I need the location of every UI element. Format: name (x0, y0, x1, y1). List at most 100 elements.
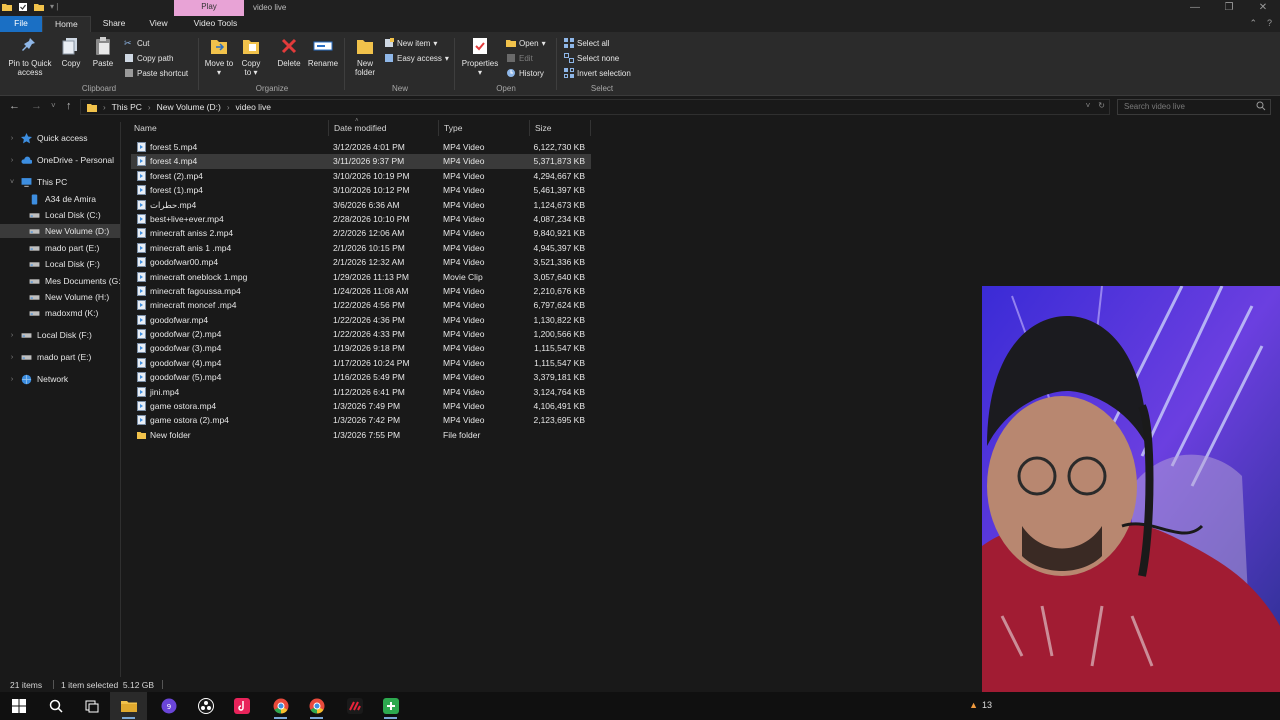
column-divider[interactable] (438, 120, 439, 136)
start-button[interactable] (0, 692, 37, 720)
forward-arrow-icon[interactable]: → (31, 100, 42, 112)
edit-button[interactable]: Edit (506, 52, 533, 64)
nav-mes-documents-g[interactable]: Mes Documents (G: (16, 274, 121, 288)
copy-path-button[interactable]: Copy path (124, 52, 173, 64)
file-row[interactable]: game ostora (2).mp4 1/3/2026 7:42 PM MP4 V… (131, 413, 591, 427)
file-row[interactable]: best+live+ever.mp4 2/28/2026 10:10 PM MP4 … (131, 212, 591, 226)
task-view-button[interactable] (73, 692, 110, 720)
taskbar-capcut[interactable] (336, 692, 373, 720)
file-row[interactable]: forest (1).mp4 3/10/2026 10:12 PM MP4 Vide… (131, 183, 591, 197)
taskbar-tiktok-live[interactable] (223, 692, 260, 720)
nav-local-disk-f[interactable]: Local Disk (F:) (16, 257, 100, 271)
file-row[interactable]: goodofwar (4).mp4 1/17/2026 10:24 PM MP4 V… (131, 356, 591, 370)
taskbar-green-app[interactable] (372, 692, 409, 720)
paste-button[interactable]: Paste (90, 35, 116, 68)
close-button[interactable]: ✕ (1246, 0, 1280, 16)
notification-flame-icon[interactable]: ▲ (969, 700, 978, 710)
help-icon[interactable]: ? (1267, 18, 1272, 29)
file-row[interactable]: goodofwar00.mp4 2/1/2026 12:32 AM MP4 Vide… (131, 255, 591, 269)
refresh-icon[interactable]: ↻ (1098, 101, 1105, 110)
cut-button[interactable]: ✂ Cut (124, 37, 149, 49)
expand-chevron-icon[interactable]: › (8, 354, 16, 361)
history-button[interactable]: History (506, 67, 544, 79)
properties-button[interactable]: Properties ▾ (460, 35, 500, 77)
expand-chevron-icon[interactable]: › (8, 376, 16, 383)
new-folder-icon[interactable] (34, 2, 44, 12)
column-header-date-modified[interactable]: Date modified (334, 120, 386, 136)
column-header-size[interactable]: Size (535, 120, 552, 136)
breadcrumb-new-volume[interactable]: New Volume (D:) (157, 102, 221, 112)
maximize-button[interactable]: ❐ (1212, 0, 1246, 16)
customize-toolbar-icon[interactable]: ▾ | (50, 2, 58, 12)
address-dropdown-icon[interactable]: ˅ (1086, 101, 1091, 110)
taskbar-chrome-1[interactable] (262, 692, 299, 720)
nav-network[interactable]: › Network (8, 372, 68, 386)
back-arrow-icon[interactable]: ← (9, 100, 20, 112)
select-all-button[interactable]: Select all (564, 37, 609, 49)
expand-chevron-icon[interactable]: › (8, 157, 16, 164)
expand-chevron-icon[interactable]: › (8, 135, 16, 142)
tab-video-tools[interactable]: Video Tools (182, 16, 250, 32)
file-row[interactable]: minecraft oneblock 1.mpg 1/29/2026 11:13 … (131, 270, 591, 284)
easy-access-button[interactable]: Easy access ▾ (384, 52, 449, 64)
column-divider[interactable] (529, 120, 530, 136)
file-row[interactable]: goodofwar (5).mp4 1/16/2026 5:49 PM MP4 Vi… (131, 370, 591, 384)
up-arrow-icon[interactable]: ↑ (66, 100, 72, 112)
nav-onedrive[interactable]: › OneDrive - Personal (8, 153, 114, 167)
file-row[interactable]: goodofwar.mp4 1/22/2026 4:36 PM MP4 Video 1… (131, 313, 591, 327)
pin-quick-access-button[interactable]: Pin to Quick access (4, 35, 56, 77)
folder-row[interactable]: New folder 1/3/2026 7:55 PM File folder (131, 428, 591, 442)
file-row[interactable]: jini.mp4 1/12/2026 6:41 PM MP4 Video 3,124,… (131, 385, 591, 399)
nav-local-disk-c[interactable]: Local Disk (C:) (16, 208, 101, 222)
file-row[interactable]: goodofwar (3).mp4 1/19/2026 9:18 PM MP4 Vi… (131, 341, 591, 355)
file-row[interactable]: minecraft moncef .mp4 1/22/2026 4:56 PM MP… (131, 298, 591, 312)
taskbar-search-button[interactable] (37, 692, 74, 720)
file-row[interactable]: forest (2).mp4 3/10/2026 10:19 PM MP4 Vide… (131, 169, 591, 183)
rename-button[interactable]: Rename (306, 35, 340, 68)
taskbar-chrome-2[interactable] (298, 692, 335, 720)
nav-new-volume-d[interactable]: New Volume (D:) (0, 224, 120, 238)
taskbar-file-explorer[interactable] (110, 692, 147, 720)
properties-check-icon[interactable] (18, 2, 28, 12)
folder-icon[interactable] (2, 2, 12, 12)
taskbar-app-1[interactable]: 9 (150, 692, 187, 720)
breadcrumb-current-folder[interactable]: video live (236, 102, 271, 112)
breadcrumb-this-pc[interactable]: This PC (112, 102, 142, 112)
nav-phone[interactable]: A34 de Amira (16, 192, 96, 206)
expand-chevron-icon[interactable]: › (8, 332, 16, 339)
file-row[interactable]: minecraft anis 1 .mp4 2/1/2026 10:15 PM MP… (131, 241, 591, 255)
column-divider[interactable] (328, 120, 329, 136)
recent-locations-chevron-icon[interactable]: ˅ (51, 100, 56, 112)
collapse-ribbon-icon[interactable]: ⌃ (1249, 18, 1257, 29)
open-button[interactable]: Open ▾ (506, 37, 546, 49)
nav-local-disk-f-root[interactable]: › Local Disk (F:) (8, 328, 92, 342)
column-header-name[interactable]: Name (134, 120, 157, 136)
file-row-selected[interactable]: forest 4.mp4 3/11/2026 9:37 PM MP4 Video 5,… (131, 154, 591, 169)
new-item-button[interactable]: New item ▾ (384, 37, 437, 49)
nav-this-pc[interactable]: ˅ This PC (8, 175, 67, 189)
tab-share[interactable]: Share (91, 16, 138, 32)
copy-button[interactable]: Copy (58, 35, 84, 68)
paste-shortcut-button[interactable]: Paste shortcut (124, 67, 188, 79)
file-row[interactable]: minecraft aniss 2.mp4 2/2/2026 12:06 AM MP… (131, 226, 591, 240)
copy-to-button[interactable]: Copy to ▾ (238, 35, 264, 77)
file-row[interactable]: forest 5.mp4 3/12/2026 4:01 PM MP4 Video 6,… (131, 140, 591, 154)
file-row[interactable]: حطرات.mp4 3/6/2026 6:36 AM MP4 Video 1,124,… (131, 198, 591, 212)
context-tab-play[interactable]: Play (174, 0, 244, 16)
file-row[interactable]: minecraft fagoussa.mp4 1/24/2026 11:08 AM… (131, 284, 591, 298)
delete-button[interactable]: Delete (274, 35, 304, 68)
new-folder-button[interactable]: New folder (350, 35, 380, 77)
move-to-button[interactable]: Move to ▾ (204, 35, 234, 77)
invert-selection-button[interactable]: Invert selection (564, 67, 631, 79)
file-row[interactable]: game ostora.mp4 1/3/2026 7:49 PM MP4 Video… (131, 399, 591, 413)
nav-quick-access[interactable]: › Quick access (8, 131, 88, 145)
nav-new-volume-h[interactable]: New Volume (H:) (16, 290, 109, 304)
column-header-type[interactable]: Type (444, 120, 462, 136)
search-input[interactable]: Search video live (1117, 99, 1271, 115)
tab-file[interactable]: File (0, 16, 42, 32)
address-bar[interactable]: › This PC › New Volume (D:) › video live… (80, 99, 1110, 115)
tab-view[interactable]: View (137, 16, 179, 32)
taskbar-obs[interactable] (187, 692, 224, 720)
column-divider[interactable] (590, 120, 591, 136)
expand-chevron-icon[interactable]: ˅ (8, 179, 16, 186)
